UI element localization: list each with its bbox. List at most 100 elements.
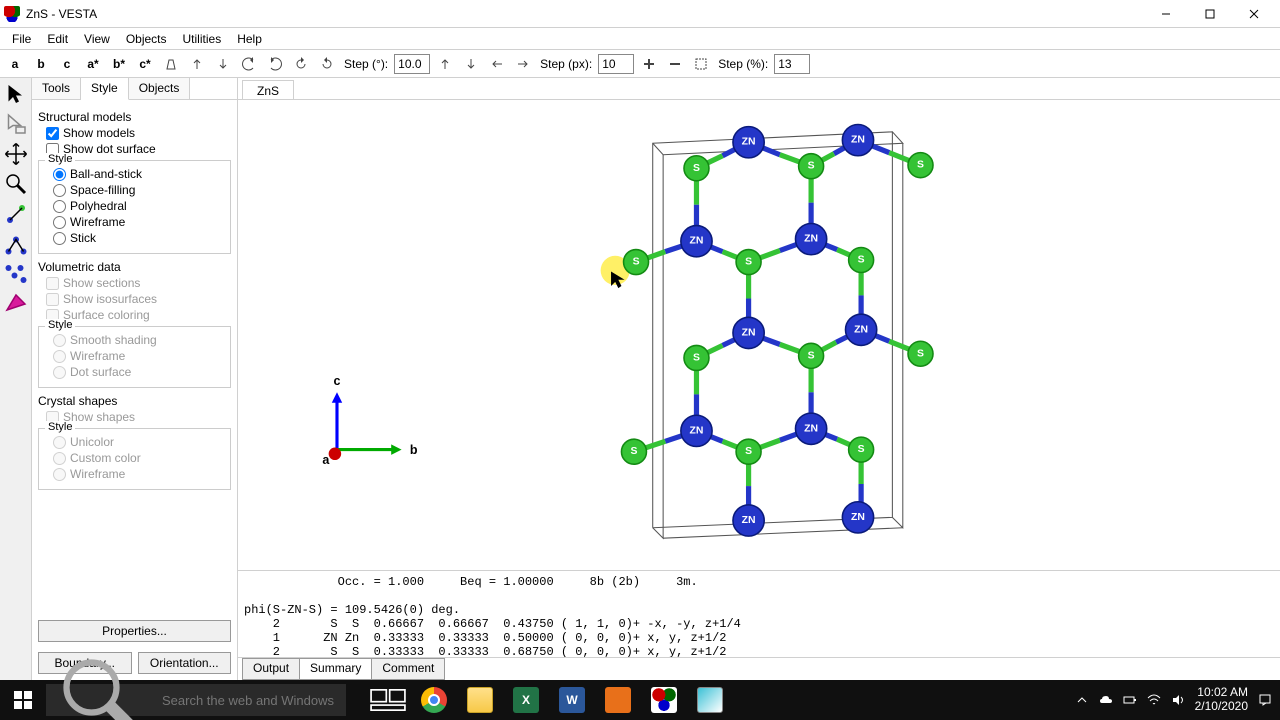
measure-distance-icon[interactable]	[4, 202, 28, 226]
svg-text:S: S	[917, 160, 924, 171]
perspective-icon[interactable]	[160, 53, 182, 75]
rotate-ccw-icon[interactable]	[290, 53, 312, 75]
svg-text:S: S	[808, 350, 815, 361]
minimize-button[interactable]	[1144, 0, 1188, 28]
taskbar-photos-icon[interactable]	[688, 680, 732, 720]
tray-wifi-icon[interactable]	[1147, 693, 1161, 707]
svg-text:ZN: ZN	[742, 515, 756, 526]
measure-dihedral-icon[interactable]	[4, 262, 28, 286]
unicolor-radio: Unicolor	[53, 435, 224, 449]
doc-tab-zns[interactable]: ZnS	[242, 80, 294, 99]
menu-edit[interactable]: Edit	[39, 30, 76, 48]
space-filling-radio[interactable]: Space-filling	[53, 183, 224, 197]
tray-battery-icon[interactable]	[1123, 693, 1137, 707]
step-deg-label: Step (°):	[342, 57, 390, 71]
tab-objects[interactable]: Objects	[129, 78, 191, 99]
translate-down-icon[interactable]	[460, 53, 482, 75]
task-view-icon[interactable]	[366, 680, 410, 720]
measure-angle-icon[interactable]	[4, 232, 28, 256]
axis-b-button[interactable]: b	[30, 53, 52, 75]
step-deg-input[interactable]	[394, 54, 430, 74]
maximize-button[interactable]	[1188, 0, 1232, 28]
translate-up-icon[interactable]	[434, 53, 456, 75]
pointer-tool-icon[interactable]	[4, 82, 28, 106]
close-button[interactable]	[1232, 0, 1276, 28]
polyhedral-radio[interactable]: Polyhedral	[53, 199, 224, 213]
plane-tool-icon[interactable]	[4, 292, 28, 316]
tray-onedrive-icon[interactable]	[1099, 693, 1113, 707]
window-title: ZnS - VESTA	[26, 7, 1144, 21]
move-tool-icon[interactable]	[4, 142, 28, 166]
step-px-input[interactable]	[598, 54, 634, 74]
left-toolstrip	[0, 78, 32, 680]
menu-help[interactable]: Help	[229, 30, 270, 48]
menu-utilities[interactable]: Utilities	[175, 30, 230, 48]
axis-c-button[interactable]: c	[56, 53, 78, 75]
rotate-right-icon[interactable]	[264, 53, 286, 75]
taskbar: X W 10:02 AM 2/10/2020	[0, 680, 1280, 720]
zoom-tool-icon[interactable]	[4, 172, 28, 196]
tray-volume-icon[interactable]	[1171, 693, 1185, 707]
crystal-style-group: Style Unicolor Custom color Wireframe	[38, 428, 231, 490]
axis-astar-button[interactable]: a*	[82, 53, 104, 75]
volumetric-style-group: Style Smooth shading Wireframe Dot surfa…	[38, 326, 231, 388]
title-bar: ZnS - VESTA	[0, 0, 1280, 28]
style-panel: Structural models Show models Show dot s…	[32, 100, 237, 620]
stick-radio[interactable]: Stick	[53, 231, 224, 245]
output-tab-comment[interactable]: Comment	[371, 658, 445, 680]
axis-bstar-button[interactable]: b*	[108, 53, 130, 75]
translate-left-icon[interactable]	[486, 53, 508, 75]
custom-color-radio: Custom color	[53, 451, 224, 465]
start-button[interactable]	[0, 680, 46, 720]
svg-text:S: S	[858, 254, 865, 265]
tab-style[interactable]: Style	[81, 78, 129, 100]
taskbar-search-input[interactable]	[162, 693, 338, 708]
menu-objects[interactable]: Objects	[118, 30, 175, 48]
taskbar-vesta-icon[interactable]	[642, 680, 686, 720]
taskbar-search[interactable]	[46, 684, 346, 716]
output-text[interactable]: Occ. = 1.000 Beq = 1.00000 8b (2b) 3m. p…	[238, 571, 1280, 658]
rotate-left-icon[interactable]	[238, 53, 260, 75]
taskbar-app1-icon[interactable]	[596, 680, 640, 720]
axis-a-label: a	[322, 453, 330, 467]
ball-and-stick-radio[interactable]: Ball-and-stick	[53, 167, 224, 181]
tray-chevron-up-icon[interactable]	[1075, 693, 1089, 707]
show-models-checkbox[interactable]: Show models	[46, 126, 231, 140]
translate-right-icon[interactable]	[512, 53, 534, 75]
wireframe-radio[interactable]: Wireframe	[53, 215, 224, 229]
axis-cstar-button[interactable]: c*	[134, 53, 156, 75]
select-rect-tool-icon[interactable]	[4, 112, 28, 136]
svg-text:ZN: ZN	[742, 327, 756, 338]
tray-clock[interactable]: 10:02 AM 2/10/2020	[1195, 686, 1248, 714]
taskbar-excel-icon[interactable]: X	[504, 680, 548, 720]
document-tabs: ZnS	[238, 78, 1280, 100]
structural-style-group: Style Ball-and-stick Space-filling Polyh…	[38, 160, 231, 254]
output-tab-summary[interactable]: Summary	[299, 658, 372, 680]
taskbar-chrome-icon[interactable]	[412, 680, 456, 720]
app-icon	[4, 6, 20, 22]
output-tab-output[interactable]: Output	[242, 658, 300, 680]
tray-notifications-icon[interactable]	[1258, 693, 1272, 707]
step-pct-input[interactable]	[774, 54, 810, 74]
rotate-cw-icon[interactable]	[316, 53, 338, 75]
properties-button[interactable]: Properties...	[38, 620, 231, 642]
menu-view[interactable]: View	[76, 30, 118, 48]
axis-a-button[interactable]: a	[4, 53, 26, 75]
rotate-down-icon[interactable]	[212, 53, 234, 75]
dot-surface-radio: Dot surface	[53, 365, 224, 379]
svg-text:S: S	[745, 446, 752, 457]
rotate-up-icon[interactable]	[186, 53, 208, 75]
system-tray[interactable]: 10:02 AM 2/10/2020	[1075, 686, 1280, 714]
menu-file[interactable]: File	[4, 30, 39, 48]
svg-text:ZN: ZN	[742, 137, 756, 148]
smooth-shading-radio: Smooth shading	[53, 333, 224, 347]
taskbar-explorer-icon[interactable]	[458, 680, 502, 720]
zoom-out-icon[interactable]	[664, 53, 686, 75]
taskbar-word-icon[interactable]: W	[550, 680, 594, 720]
zoom-in-icon[interactable]	[638, 53, 660, 75]
3d-viewport[interactable]: c b a	[238, 100, 1280, 570]
tab-tools[interactable]: Tools	[32, 78, 81, 99]
fit-icon[interactable]	[690, 53, 712, 75]
side-panel-tabs: Tools Style Objects	[32, 78, 237, 100]
style-legend: Style	[45, 153, 75, 165]
